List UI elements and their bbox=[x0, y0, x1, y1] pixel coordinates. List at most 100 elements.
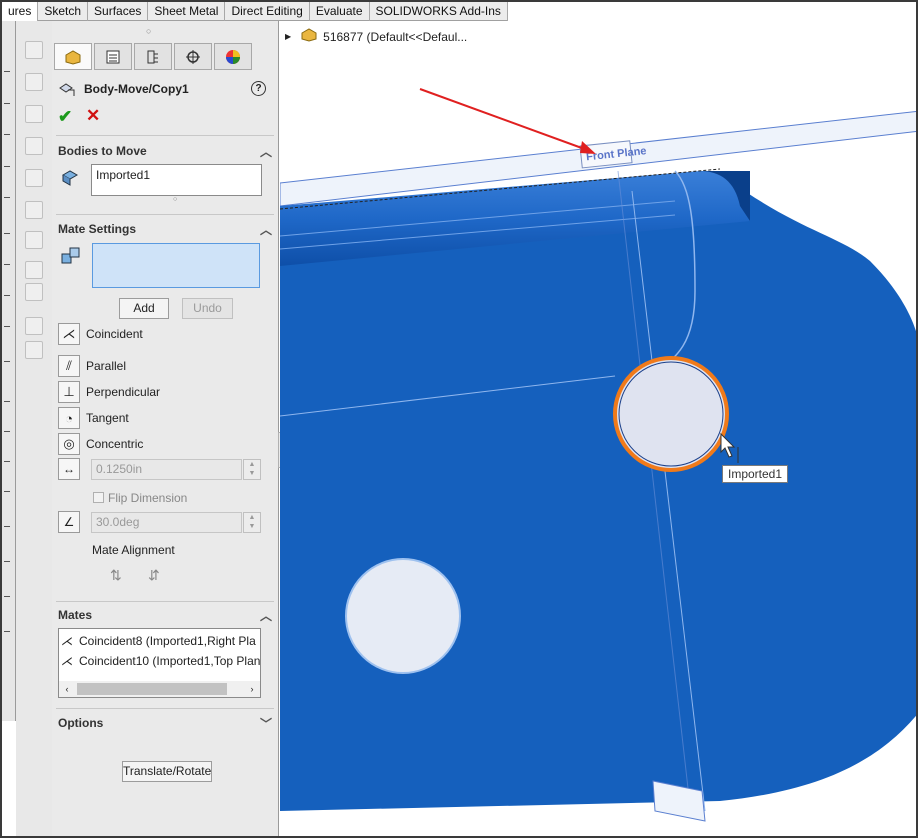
expand-arrow-icon[interactable]: ▶ bbox=[285, 32, 291, 41]
mate-label: Coincident bbox=[86, 327, 143, 341]
angle-spinner-icon[interactable]: ▲ ▼ bbox=[243, 512, 261, 533]
feature-icon[interactable] bbox=[25, 41, 43, 59]
mates-list[interactable]: ⋌ Coincident8 (Imported1,Right Pla ⋌ Coinc… bbox=[58, 628, 261, 698]
dimxpert-tab-icon[interactable] bbox=[174, 43, 212, 70]
mates-header[interactable]: Mates ︿ bbox=[58, 607, 272, 624]
hover-tooltip: Imported1 bbox=[722, 465, 789, 483]
tab-direct-editing[interactable]: Direct Editing bbox=[225, 2, 310, 21]
feature-icon[interactable] bbox=[25, 317, 43, 335]
bodies-selection-box[interactable]: Imported1 bbox=[91, 164, 262, 196]
distance-spinner-icon[interactable]: ▲ ▼ bbox=[243, 459, 261, 480]
mate-selections-box[interactable] bbox=[92, 243, 260, 288]
tangent-mate-option[interactable]: ◔ Tangent bbox=[58, 407, 129, 429]
coincident-icon: ⋌ bbox=[61, 634, 73, 648]
feature-icon[interactable] bbox=[25, 341, 43, 359]
mate-label: Concentric bbox=[86, 437, 144, 451]
feature-icon-column bbox=[16, 21, 52, 836]
configurationmanager-tab-icon[interactable] bbox=[134, 43, 172, 70]
property-manager-title: Body-Move/Copy1 bbox=[84, 82, 189, 96]
feature-icon[interactable] bbox=[25, 73, 43, 91]
help-icon[interactable]: ? bbox=[251, 81, 266, 96]
chevron-down-icon[interactable]: ﹀ bbox=[260, 715, 272, 732]
section-label: Mates bbox=[58, 608, 93, 622]
ok-check-icon[interactable]: ✔ bbox=[58, 107, 72, 127]
scroll-left-icon[interactable]: ‹ bbox=[59, 684, 75, 694]
hole[interactable] bbox=[345, 558, 461, 674]
options-header[interactable]: Options ﹀ bbox=[58, 715, 272, 732]
anti-aligned-icon[interactable]: ⇵ bbox=[148, 567, 160, 584]
feature-icon[interactable] bbox=[25, 169, 43, 187]
perpendicular-mate-option[interactable]: ⊥ Perpendicular bbox=[58, 381, 160, 403]
add-button[interactable]: Add bbox=[119, 298, 169, 319]
panel-drag-handle-icon[interactable]: ○ bbox=[146, 26, 151, 36]
chevron-up-icon[interactable]: ︿ bbox=[260, 143, 272, 160]
propertymanager-tab-icon[interactable] bbox=[94, 43, 132, 70]
mate-label: Tangent bbox=[86, 411, 129, 425]
annotation-arrow bbox=[419, 88, 591, 152]
model-view: Front Plane bbox=[280, 88, 918, 822]
coincident-icon: ⋌ bbox=[61, 654, 73, 668]
mate-alignment-label: Mate Alignment bbox=[92, 543, 175, 557]
section-label: Bodies to Move bbox=[58, 144, 147, 158]
graphics-area[interactable]: Front Plane bbox=[280, 21, 918, 836]
feature-tree-flyout[interactable]: ▶ 516877 (Default<<Defaul... bbox=[285, 28, 467, 45]
mate-entry-label: Coincident10 (Imported1,Top Plan bbox=[79, 654, 261, 668]
featuremanager-tab-icon[interactable] bbox=[54, 43, 92, 70]
part-icon bbox=[301, 28, 317, 45]
selected-hole[interactable] bbox=[613, 356, 729, 472]
chevron-up-icon[interactable]: ︿ bbox=[260, 607, 272, 624]
mate-settings-header[interactable]: Mate Settings ︿ bbox=[58, 221, 272, 238]
angle-mate-icon[interactable]: ∠ bbox=[58, 511, 80, 533]
concentric-mate-option[interactable]: ◎ Concentric bbox=[58, 433, 143, 455]
feature-icon[interactable] bbox=[25, 137, 43, 155]
aligned-icon[interactable]: ⇅ bbox=[110, 567, 122, 584]
section-label: Mate Settings bbox=[58, 222, 137, 236]
angle-input[interactable]: 30.0deg bbox=[91, 512, 242, 533]
part-body[interactable] bbox=[280, 181, 918, 811]
body-move-copy-icon bbox=[58, 80, 78, 98]
mate-selections-icon bbox=[60, 245, 82, 267]
chevron-up-icon[interactable]: ︿ bbox=[260, 221, 272, 238]
display-manager-tab-icon[interactable] bbox=[214, 43, 252, 70]
property-manager: ○ Body-Move/Copy1 ? ✔ ✕ Bodies to Move ︿ … bbox=[52, 21, 279, 836]
coincident-mate-option[interactable]: ⋌ Coincident bbox=[58, 323, 143, 345]
tab-evaluate[interactable]: Evaluate bbox=[310, 2, 370, 21]
undo-button[interactable]: Undo bbox=[182, 298, 233, 319]
horizontal-scrollbar[interactable]: ‹ › bbox=[59, 681, 260, 697]
left-toolbar-strip bbox=[2, 21, 16, 721]
feature-icon[interactable] bbox=[25, 231, 43, 249]
tab-surfaces[interactable]: Surfaces bbox=[88, 2, 149, 21]
mate-entry-label: Coincident8 (Imported1,Right Pla bbox=[79, 634, 256, 648]
distance-mate-icon[interactable]: ↔ bbox=[58, 458, 80, 480]
tree-root-label[interactable]: 516877 (Default<<Defaul... bbox=[323, 30, 467, 44]
list-item[interactable]: ⋌ Coincident10 (Imported1,Top Plan bbox=[61, 651, 261, 671]
manager-tabs bbox=[52, 43, 279, 71]
resize-handle-icon[interactable]: ○ bbox=[173, 196, 177, 203]
translate-rotate-button[interactable]: Translate/Rotate bbox=[122, 761, 212, 782]
tab-solidworks-addins[interactable]: SOLIDWORKS Add-Ins bbox=[370, 2, 508, 21]
bodies-to-move-header[interactable]: Bodies to Move ︿ bbox=[58, 143, 272, 160]
flip-dimension-checkbox[interactable] bbox=[93, 492, 104, 503]
command-manager-tabs: ures Sketch Surfaces Sheet Metal Direct … bbox=[2, 2, 508, 21]
list-item[interactable]: ⋌ Coincident8 (Imported1,Right Pla bbox=[61, 631, 258, 651]
scrollbar-thumb[interactable] bbox=[77, 683, 227, 695]
scroll-right-icon[interactable]: › bbox=[244, 684, 260, 694]
parallel-mate-option[interactable]: ⫽ Parallel bbox=[58, 355, 126, 377]
feature-icon[interactable] bbox=[25, 261, 43, 279]
section-label: Options bbox=[58, 716, 104, 730]
feature-icon[interactable] bbox=[25, 283, 43, 301]
selected-body-item: Imported1 bbox=[96, 168, 151, 182]
tab-features[interactable]: ures bbox=[2, 2, 39, 21]
solidworks-window: ures Sketch Surfaces Sheet Metal Direct … bbox=[0, 0, 918, 838]
tab-sketch[interactable]: Sketch bbox=[38, 2, 89, 21]
mate-label: Perpendicular bbox=[86, 385, 161, 399]
solid-bodies-icon bbox=[60, 167, 80, 187]
feature-icon[interactable] bbox=[25, 105, 43, 123]
tab-sheet-metal[interactable]: Sheet Metal bbox=[148, 2, 226, 21]
perpendicular-icon: ⊥ bbox=[58, 381, 80, 403]
cancel-x-icon[interactable]: ✕ bbox=[86, 106, 100, 126]
parallel-icon: ⫽ bbox=[58, 355, 80, 377]
mate-label: Parallel bbox=[86, 359, 127, 373]
distance-input[interactable]: 0.1250in bbox=[91, 459, 242, 480]
feature-icon[interactable] bbox=[25, 201, 43, 219]
